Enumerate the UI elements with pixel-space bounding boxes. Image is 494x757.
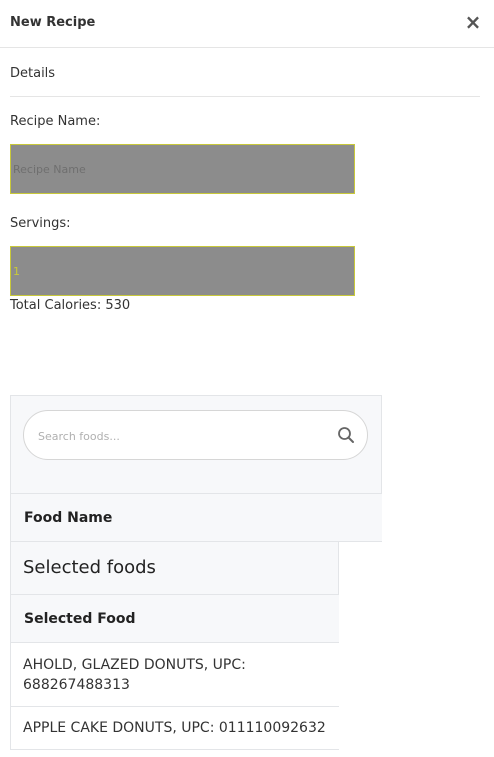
recipe-name-label: Recipe Name: [10,114,101,129]
total-calories: Total Calories: 530 [10,298,131,313]
details-label: Details [10,66,56,81]
search-box[interactable] [23,410,368,460]
selected-food-row[interactable]: APPLE CAKE DONUTS, UPC: 011110092632 [10,707,339,750]
servings-label: Servings: [10,216,71,231]
selected-food-column-header: Selected Food [10,595,339,643]
recipe-name-input[interactable] [10,144,355,194]
search-input[interactable] [36,425,330,447]
servings-input[interactable] [10,246,355,296]
selected-foods-title: Selected foods [10,542,339,595]
food-name-column-header: Food Name [10,494,382,542]
dialog-title: New Recipe [10,15,96,30]
dialog-header: New Recipe × [0,0,494,48]
search-icon[interactable] [337,426,355,444]
close-icon[interactable]: × [464,11,482,33]
divider [10,96,480,97]
food-search-panel [10,395,382,494]
selected-food-row[interactable]: AHOLD, GLAZED DONUTS, UPC: 688267488313 [10,643,339,707]
